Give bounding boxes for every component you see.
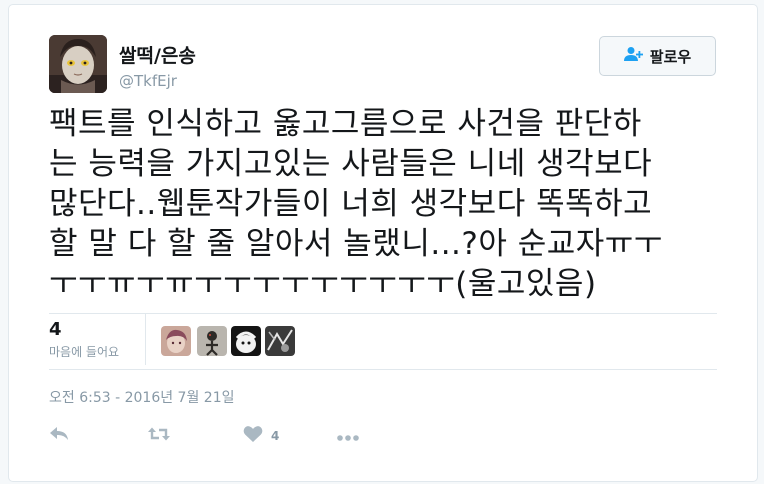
- like-button[interactable]: 4: [243, 425, 279, 447]
- author-avatar[interactable]: [49, 35, 107, 93]
- liker-avatar[interactable]: [265, 326, 295, 356]
- tweet-card: 쌀떡/은송 @TkfEjr 팔로우 팩트를 인식하고 옳고그름으로 사건을 판단…: [8, 4, 758, 482]
- stats-bottom-divider: [49, 369, 717, 370]
- stats-separator: [145, 313, 146, 365]
- liker-avatar[interactable]: [231, 326, 261, 356]
- author-handle[interactable]: @TkfEjr: [119, 72, 177, 90]
- like-count: 4: [271, 429, 280, 443]
- add-user-icon: [623, 46, 644, 66]
- follow-button-label: 팔로우: [649, 47, 692, 66]
- tweet-text: 팩트를 인식하고 옳고그름으로 사건을 판단하 는 능력을 가지고있는 사람들은…: [49, 104, 729, 304]
- retweet-button[interactable]: [147, 425, 171, 447]
- tweet-text-line: 팩트를 인식하고 옳고그름으로 사건을 판단하: [49, 106, 642, 142]
- tweet-text-line: 많단다..웹툰작가들이 너희 생각보다 똑똑하고: [49, 186, 653, 222]
- tweet-text-line: 할 말 다 할 줄 알아서 놀랬니...?아 순교자ㅠㅜ: [49, 226, 663, 262]
- liker-avatar[interactable]: [197, 326, 227, 356]
- tweet-text-line: 는 능력을 가지고있는 사람들은 니네 생각보다: [49, 146, 653, 182]
- reply-button[interactable]: [49, 425, 69, 447]
- likes-label[interactable]: 마음에 들어요: [49, 345, 119, 359]
- reply-icon: [49, 426, 69, 446]
- tweet-text-line: ㅜㅜㅠㅜㅠㅜㅜㅜㅜㅜㅜㅜㅜㅜ(울고있음): [49, 266, 597, 302]
- author-display-name[interactable]: 쌀떡/은송: [119, 45, 196, 67]
- likes-count[interactable]: 4: [49, 320, 62, 340]
- heart-icon: [243, 425, 263, 447]
- liker-avatar[interactable]: [161, 326, 191, 356]
- follow-button[interactable]: 팔로우: [599, 36, 716, 76]
- stats-top-divider: [49, 313, 717, 314]
- tweet-timestamp[interactable]: 오전 6:53 - 2016년 7월 21일: [49, 389, 235, 407]
- retweet-icon: [147, 425, 171, 447]
- more-icon: [336, 427, 360, 446]
- more-button[interactable]: [336, 425, 360, 447]
